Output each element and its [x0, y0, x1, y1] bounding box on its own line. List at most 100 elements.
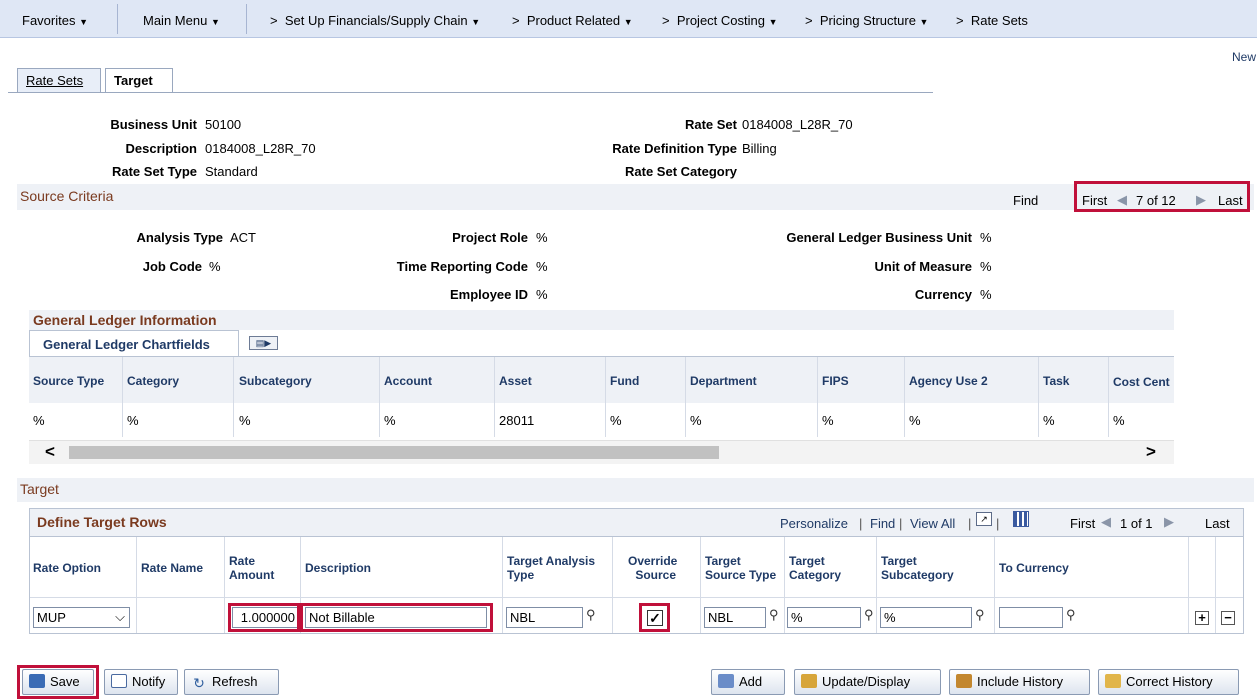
tab-target[interactable]: Target: [105, 68, 173, 93]
rate-set-label: Rate Set: [684, 117, 737, 132]
scroll-right-icon[interactable]: >: [1146, 442, 1156, 462]
personalize-link[interactable]: Personalize: [780, 516, 848, 531]
target-analysis-type-input[interactable]: NBL: [506, 607, 583, 628]
project-role-label: Project Role: [452, 230, 528, 245]
col-divider: [1108, 357, 1109, 437]
last-link[interactable]: Last: [1205, 516, 1230, 531]
show-all-columns-icon[interactable]: ▤▶: [249, 336, 278, 350]
view-all-link[interactable]: View All: [910, 516, 955, 531]
col-target-source-type: Target Source Type: [705, 554, 777, 582]
time-reporting-code-value: %: [536, 259, 548, 274]
find-link[interactable]: Find: [1013, 193, 1038, 208]
update-display-button[interactable]: Update/Display: [794, 669, 941, 695]
rate-definition-type-value: Billing: [742, 141, 777, 156]
first-link[interactable]: First: [1070, 516, 1095, 531]
source-criteria-title: Source Criteria: [20, 188, 114, 204]
rate-set-type-value: Standard: [205, 164, 258, 179]
gl-grid-header: [29, 357, 1174, 403]
col-divider: [685, 357, 686, 437]
col-override-source: Override Source: [628, 554, 678, 582]
notify-button[interactable]: Notify: [104, 669, 178, 695]
col-divider: [233, 357, 234, 437]
next-arrow-icon[interactable]: ▶: [1164, 514, 1174, 530]
currency-value: %: [980, 287, 992, 302]
gl-business-unit-label: General Ledger Business Unit: [786, 230, 972, 245]
col-divider: [136, 537, 137, 633]
description-label: Description: [125, 141, 197, 156]
add-row-icon[interactable]: +: [1195, 611, 1209, 625]
new-window-icon[interactable]: ↗: [976, 512, 992, 526]
rate-option-select[interactable]: MUP ⌵: [33, 607, 130, 628]
business-unit-label: Business Unit: [110, 117, 197, 132]
job-code-value: %: [209, 259, 221, 274]
col-divider: [1188, 537, 1189, 633]
source-criteria-bar: [17, 184, 1254, 210]
col-description: Description: [305, 561, 372, 575]
description-value: 0184008_L28R_70: [205, 141, 316, 156]
separator: |: [859, 516, 863, 531]
highlight-box-rate-amount: [228, 603, 300, 632]
scroll-left-icon[interactable]: <: [45, 442, 55, 462]
gl-cell-agency-use-2: %: [909, 413, 921, 428]
correct-history-button[interactable]: Correct History: [1098, 669, 1239, 695]
unit-of-measure-label: Unit of Measure: [874, 259, 972, 274]
breadcrumb-product-related[interactable]: > Product Related ▼: [512, 13, 633, 28]
col-agency-use-2: Agency Use 2: [909, 374, 988, 388]
refresh-icon: ↻: [193, 675, 205, 691]
previous-arrow-icon[interactable]: ◀: [1101, 514, 1111, 530]
highlight-box-description: [300, 603, 493, 632]
target-subcategory-input[interactable]: %: [880, 607, 972, 628]
highlight-box-pager: [1074, 181, 1250, 212]
col-divider: [605, 357, 606, 437]
gl-cell-category: %: [127, 413, 139, 428]
gl-cell-department: %: [690, 413, 702, 428]
col-rate-amount: Rate Amount: [229, 554, 275, 582]
nav-separator: [246, 4, 247, 34]
col-rate-option: Rate Option: [33, 561, 101, 575]
breadcrumb-project-costing[interactable]: > Project Costing ▼: [662, 13, 778, 28]
lookup-magnifier-icon[interactable]: ⚲: [1066, 607, 1076, 623]
to-currency-input[interactable]: [999, 607, 1063, 628]
new-window-link[interactable]: New: [1232, 50, 1257, 64]
col-divider: [224, 537, 225, 633]
delete-row-icon[interactable]: −: [1221, 611, 1235, 625]
tab-divider: [8, 92, 933, 93]
download-icon[interactable]: [1013, 511, 1029, 527]
highlight-box-override: [639, 603, 670, 632]
favorites-menu[interactable]: Favorites ▼: [22, 13, 88, 28]
breadcrumb-pricing-structure[interactable]: > Pricing Structure ▼: [805, 13, 928, 28]
col-divider: [1215, 537, 1216, 633]
gl-info-title: General Ledger Information: [33, 312, 217, 328]
breadcrumb-rate-sets[interactable]: > Rate Sets: [956, 13, 1028, 28]
lookup-magnifier-icon[interactable]: ⚲: [975, 607, 985, 623]
gl-cell-cost-center: %: [1113, 413, 1125, 428]
col-department: Department: [690, 374, 757, 388]
project-role-value: %: [536, 230, 548, 245]
main-menu[interactable]: Main Menu ▼: [143, 13, 220, 28]
col-divider: [502, 537, 503, 633]
scrollbar-thumb[interactable]: [69, 446, 719, 459]
breadcrumb-set-up-financials[interactable]: > Set Up Financials/Supply Chain ▼: [270, 13, 480, 28]
tab-rate-sets[interactable]: Rate Sets: [17, 68, 101, 92]
tab-gl-chartfields[interactable]: General Ledger Chartfields: [29, 330, 239, 356]
define-target-rows-title: Define Target Rows: [37, 514, 167, 530]
tab-label: General Ledger Chartfields: [43, 337, 210, 352]
include-history-button[interactable]: Include History: [949, 669, 1090, 695]
col-divider: [904, 357, 905, 437]
horizontal-scrollbar[interactable]: < >: [29, 440, 1174, 464]
refresh-button[interactable]: ↻ Refresh: [184, 669, 279, 695]
lookup-magnifier-icon[interactable]: ⚲: [769, 607, 779, 623]
find-link[interactable]: Find: [870, 516, 895, 531]
lookup-magnifier-icon[interactable]: ⚲: [586, 607, 596, 623]
gl-cell-task: %: [1043, 413, 1055, 428]
rate-set-value: 0184008_L28R_70: [742, 117, 853, 132]
lookup-magnifier-icon[interactable]: ⚲: [864, 607, 874, 623]
target-category-input[interactable]: %: [787, 607, 861, 628]
gl-cell-subcategory: %: [239, 413, 251, 428]
add-button[interactable]: Add: [711, 669, 785, 695]
col-divider: [784, 537, 785, 633]
business-unit-value: 50100: [205, 117, 242, 132]
target-source-type-input[interactable]: NBL: [704, 607, 766, 628]
col-account: Account: [384, 374, 432, 388]
highlight-box-save: [17, 665, 99, 699]
